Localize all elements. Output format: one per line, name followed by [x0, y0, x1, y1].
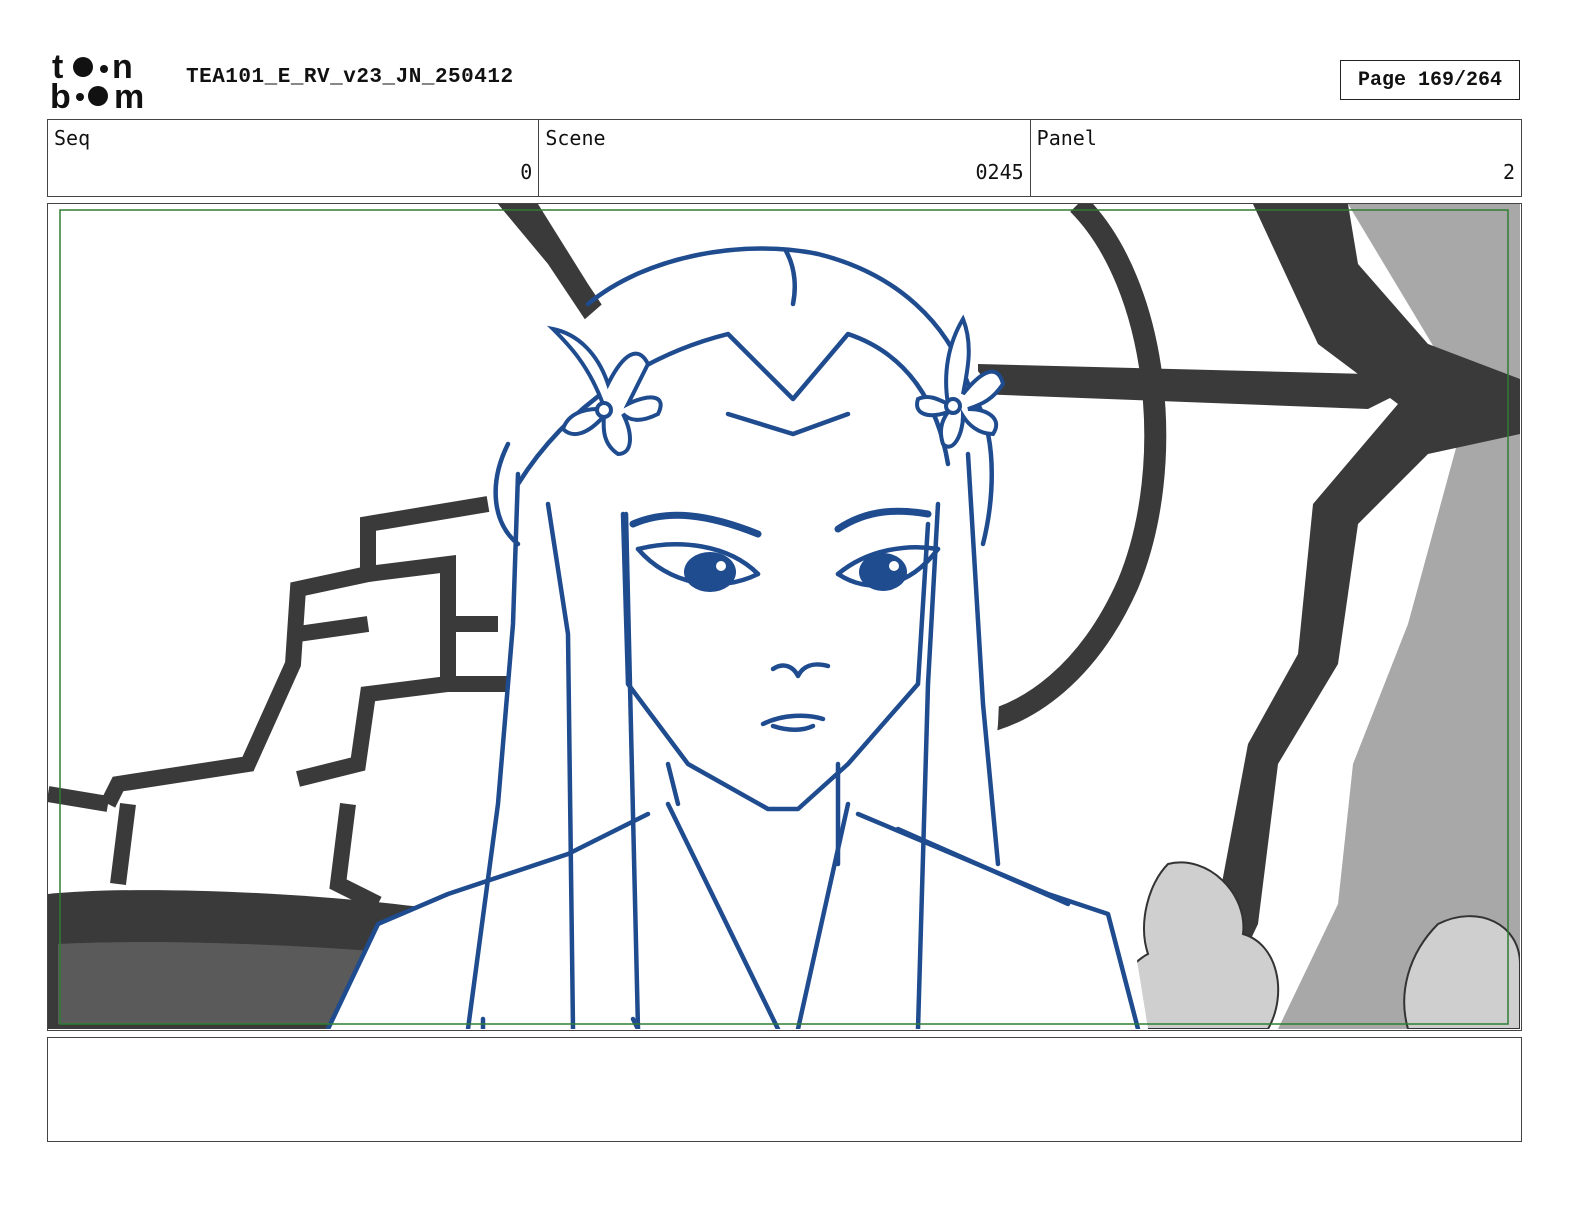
storyboard-panel: [47, 203, 1522, 1031]
scene-cell: Scene 0245: [539, 120, 1031, 196]
seq-label: Seq: [54, 126, 91, 150]
info-row: Seq 0 Scene 0245 Panel 2: [47, 119, 1522, 197]
right-eye-iris: [859, 553, 907, 591]
seq-value: 0: [520, 160, 533, 184]
seq-cell: Seq 0: [48, 120, 540, 196]
scene-label: Scene: [545, 126, 606, 150]
right-eye-highlight: [889, 561, 899, 571]
panel-value: 2: [1502, 160, 1515, 184]
left-eye-highlight: [716, 561, 726, 571]
lattice-window-left: [48, 496, 508, 912]
window-arc: [975, 204, 1167, 735]
branch-top: [498, 204, 608, 324]
panel-label: Panel: [1036, 126, 1097, 150]
window-bar: [978, 364, 1408, 409]
scene-value: 0245: [975, 160, 1024, 184]
notes-box: [47, 1037, 1522, 1142]
left-eye-iris: [684, 552, 736, 592]
panel-cell: Panel 2: [1031, 120, 1521, 196]
document-title: TEA101_E_RV_v23_JN_250412: [186, 66, 514, 89]
toon-boom-logo: t n b m: [50, 48, 165, 116]
panel-drawing: [48, 204, 1520, 1029]
svg-text:m: m: [114, 78, 144, 112]
svg-text:b: b: [50, 78, 71, 112]
page-indicator: Page 169/264: [1340, 60, 1520, 100]
